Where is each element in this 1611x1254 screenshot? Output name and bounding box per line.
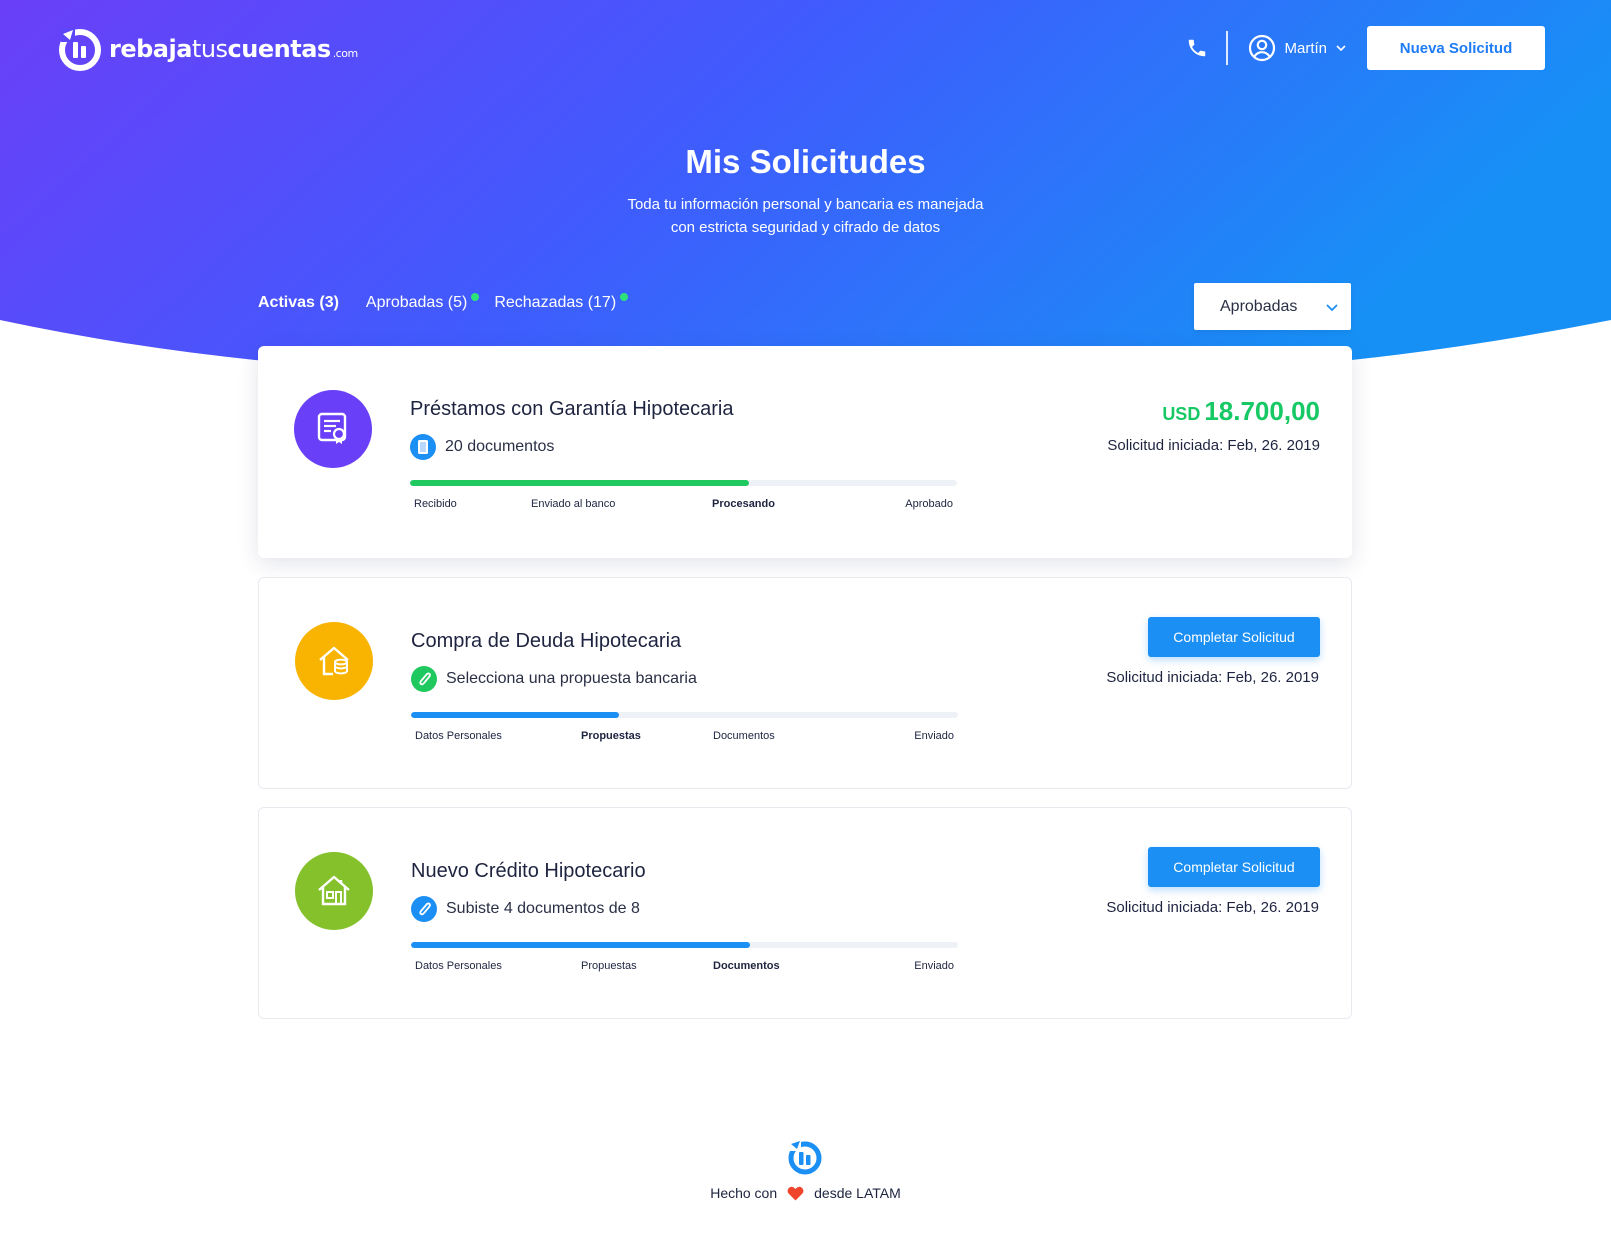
step-label: Enviado al banco [531,498,616,510]
step-label: Recibido [414,498,457,510]
brand-logo[interactable]: rebajatuscuentas .com [57,24,358,74]
step-label-current: Propuestas [581,730,641,742]
footer-text-after: desde LATAM [814,1185,901,1201]
paperclip-icon [411,666,437,692]
progress-fill [410,480,750,486]
page-subtitle: Toda tu información personal y bancaria … [0,193,1611,239]
step-label-current: Documentos [713,960,780,972]
card-status-text: Selecciona una propuesta bancaria [446,670,697,687]
footer-text-before: Hecho con [710,1185,778,1201]
document-icon [410,434,436,460]
request-card[interactable]: Compra de Deuda Hipotecaria Selecciona u… [258,577,1352,789]
new-house-icon [295,852,373,930]
step-label: Aprobado [905,498,953,510]
card-title: Préstamos con Garantía Hipotecaria [410,398,734,420]
footer-logo-icon [788,1139,822,1175]
header-divider [1226,31,1229,65]
progress-bar [411,712,958,718]
tab-rechazadas[interactable]: Rechazadas (17) [494,293,629,312]
card-status: Selecciona una propuesta bancaria [411,666,697,692]
tab-aprobadas[interactable]: Aprobadas (5) [365,293,480,312]
request-date: Solicitud iniciada: Feb, 26. 2019 [1106,669,1319,686]
phone-icon[interactable] [1186,37,1208,59]
subtitle-line-2: con estricta seguridad y cifrado de dato… [670,219,941,236]
chevron-down-icon [1336,45,1346,52]
amount-value: 18.700,00 [1204,396,1320,426]
house-coins-icon [295,622,373,700]
new-indicator-dot [620,293,629,301]
user-menu[interactable]: Martín [1248,34,1347,62]
step-label: Propuestas [581,960,637,972]
chevron-down-icon [1326,304,1338,312]
filter-dropdown[interactable]: Aprobadas [1194,283,1351,330]
footer-text: Hecho con desde LATAM [0,1185,1611,1201]
request-card[interactable]: Nuevo Crédito Hipotecario Subiste 4 docu… [258,807,1352,1019]
step-label: Enviado [914,960,954,972]
heart-icon [787,1186,804,1200]
user-circle-icon [1249,34,1276,62]
step-label: Datos Personales [415,960,502,972]
currency: USD [1162,404,1201,424]
new-request-button[interactable]: Nueva Solicitud [1367,26,1545,70]
progress-fill [411,712,619,718]
loan-amount: USD 18.700,00 [1162,396,1320,427]
tab-activas[interactable]: Activas (3) [258,294,339,312]
card-title: Nuevo Crédito Hipotecario [411,860,646,882]
progress-steps: Datos Personales Propuestas Documentos E… [415,960,954,976]
progress-fill [411,942,751,948]
page-title: Mis Solicitudes [685,143,926,180]
tab-rechazadas-label: Rechazadas (17) [494,294,617,311]
progress-bar [410,480,957,486]
complete-request-button[interactable]: Completar Solicitud [1148,847,1320,887]
header-actions: Martín Nueva Solicitud [1186,26,1545,70]
filter-selected-value: Aprobadas [1220,297,1298,315]
step-label: Datos Personales [415,730,502,742]
user-name: Martín [1284,39,1327,57]
subtitle-line-1: Toda tu información personal y bancaria … [627,196,984,213]
card-status-text: 20 documentos [445,438,555,455]
progress-steps: Recibido Enviado al banco Procesando Apr… [414,498,953,514]
complete-request-button[interactable]: Completar Solicitud [1148,617,1320,657]
tab-aprobadas-label: Aprobadas (5) [365,294,468,311]
paperclip-icon [411,896,437,922]
card-title: Compra de Deuda Hipotecaria [411,630,682,652]
card-status: 20 documentos [410,434,554,460]
progress-steps: Datos Personales Propuestas Documentos E… [415,730,954,746]
progress-bar [411,942,958,948]
request-card[interactable]: Préstamos con Garantía Hipotecaria 20 do… [258,346,1352,558]
new-indicator-dot [471,293,480,301]
request-date: Solicitud iniciada: Feb, 26. 2019 [1106,899,1319,916]
status-tabs: Activas (3) Aprobadas (5) Rechazadas (17… [258,293,643,312]
card-status-text: Subiste 4 documentos de 8 [446,900,640,917]
step-label: Enviado [914,730,954,742]
card-status: Subiste 4 documentos de 8 [411,896,640,922]
step-label: Documentos [713,730,775,742]
brand-name: rebajatuscuentas .com [109,35,358,63]
request-date: Solicitud iniciada: Feb, 26. 2019 [1107,437,1320,454]
certificate-document-icon [294,390,372,468]
logo-mark-icon [59,28,101,71]
step-label-current: Procesando [712,498,775,510]
